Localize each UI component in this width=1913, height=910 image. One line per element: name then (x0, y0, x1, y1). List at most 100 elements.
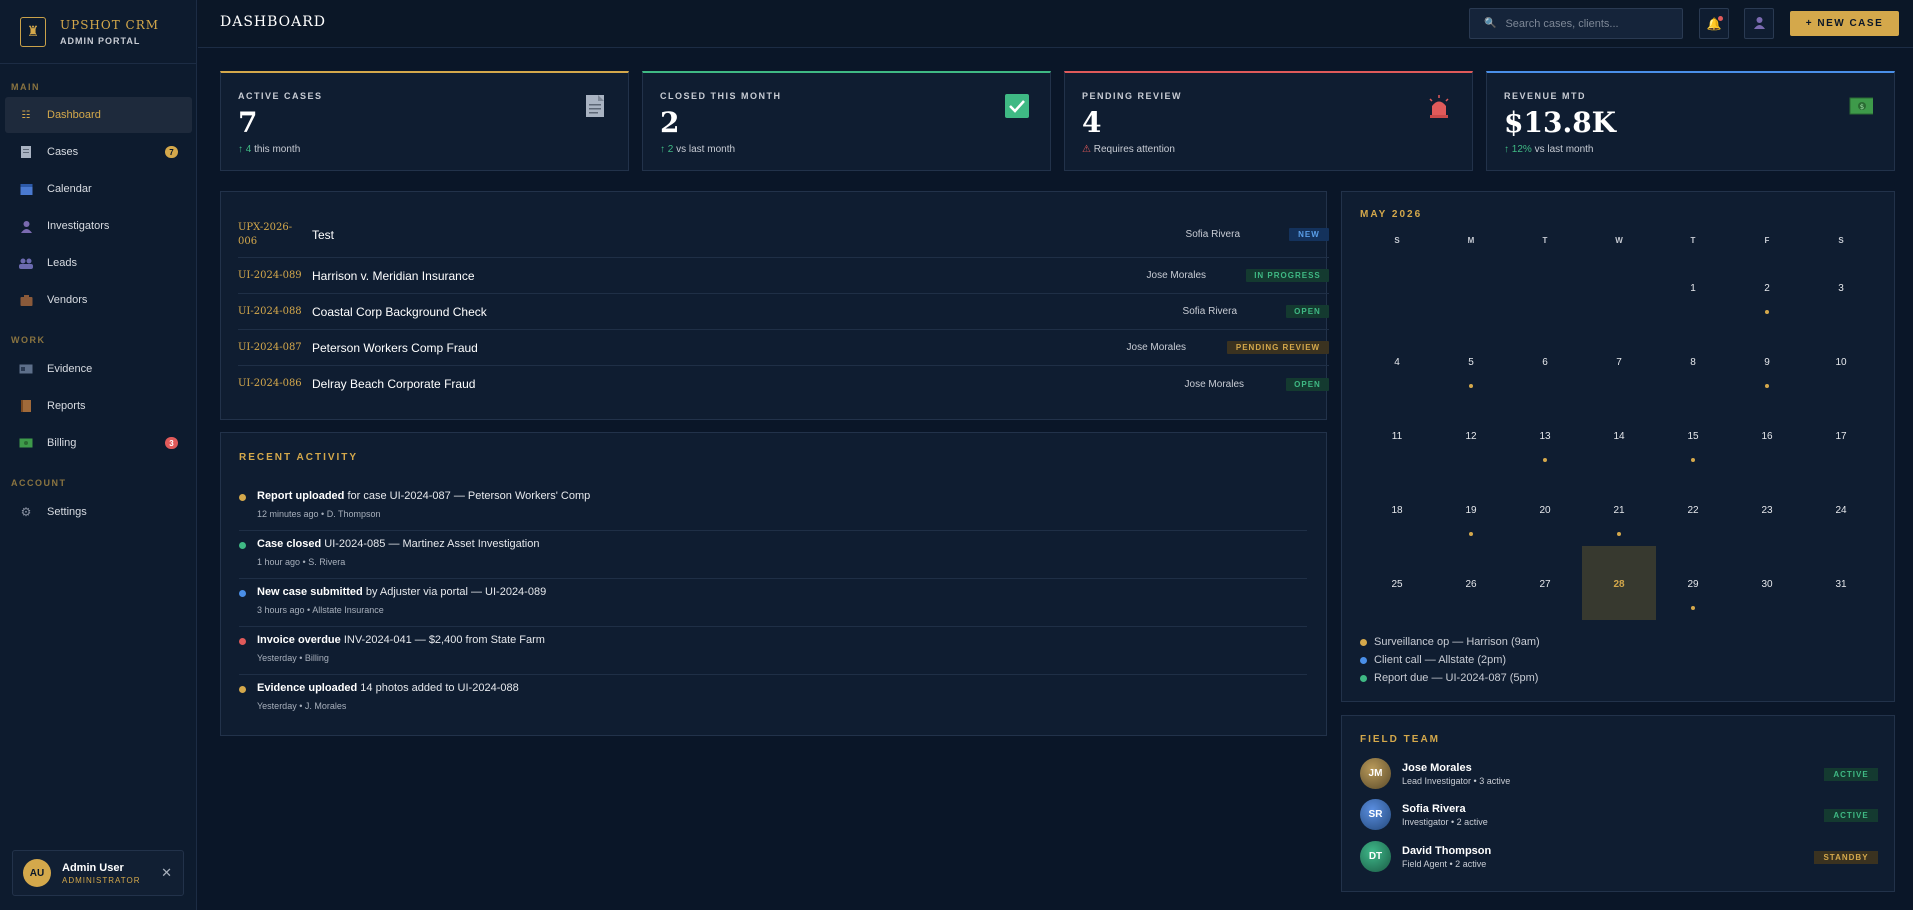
member-name: David Thompson (1402, 845, 1492, 857)
calendar-day-number: 7 (1616, 357, 1622, 368)
calendar-day[interactable]: 31 (1804, 546, 1878, 620)
calendar-day[interactable]: 25 (1360, 546, 1434, 620)
calendar-day[interactable]: 26 (1434, 546, 1508, 620)
people-icon (19, 256, 33, 270)
calendar-day[interactable]: 21 (1582, 472, 1656, 546)
list-item[interactable]: Report uploaded for case UI-2024-087 — P… (239, 483, 1307, 531)
calendar-day[interactable]: 18 (1360, 472, 1434, 546)
stat-label: PENDING REVIEW (1082, 91, 1183, 101)
search-box[interactable]: 🔍 (1469, 8, 1683, 39)
sidebar-item-leads[interactable]: Leads (5, 245, 192, 281)
profile-button[interactable] (1744, 8, 1774, 39)
calendar-day-number: 25 (1391, 579, 1403, 590)
calendar-day[interactable]: 3 (1804, 250, 1878, 324)
calendar-legend-item: Surveillance op — Harrison (9am) (1360, 636, 1540, 648)
sidebar-item-cases[interactable]: Cases 7 (5, 134, 192, 170)
table-row[interactable]: UI-2024-086 Delray Beach Corporate Fraud… (238, 366, 1329, 402)
list-item[interactable]: Invoice overdue INV-2024-041 — $2,400 fr… (239, 627, 1307, 675)
calendar-day-today[interactable]: 28 (1582, 546, 1656, 620)
event-dot (1691, 606, 1695, 610)
calendar-day-number: 10 (1835, 357, 1847, 368)
calendar-day[interactable]: 8 (1656, 324, 1730, 398)
list-item[interactable]: New case submitted by Adjuster via porta… (239, 579, 1307, 627)
status-badge: STANDBY (1814, 851, 1878, 864)
event-dot (1543, 458, 1547, 462)
calendar-day[interactable]: 12 (1434, 398, 1508, 472)
sidebar-item-reports[interactable]: Reports (5, 388, 192, 424)
calendar-day[interactable]: 22 (1656, 472, 1730, 546)
calendar-day[interactable]: 7 (1582, 324, 1656, 398)
calendar-day[interactable]: 24 (1804, 472, 1878, 546)
avatar: DT (1360, 841, 1391, 872)
sidebar-item-investigators[interactable]: Investigators (5, 208, 192, 244)
sidebar-item-label: Investigators (47, 220, 110, 232)
activity-dot (239, 494, 246, 501)
table-row[interactable]: UI-2024-087 Peterson Workers Comp Fraud … (238, 330, 1329, 366)
calendar-day-number: 1 (1690, 283, 1696, 294)
sidebar-item-label: Vendors (47, 294, 88, 306)
user-role: ADMINISTRATOR (62, 875, 141, 885)
brand[interactable]: ♜ UPSHOT CRM ADMIN PORTAL (0, 0, 196, 64)
event-dot (1765, 384, 1769, 388)
sidebar-item-settings[interactable]: ⚙ Settings (5, 494, 192, 530)
sidebar-item-label: Calendar (47, 183, 92, 195)
sidebar-item-label: Leads (47, 257, 77, 269)
member-role: Lead Investigator • 3 active (1402, 776, 1511, 786)
calendar-day[interactable]: 9 (1730, 324, 1804, 398)
notifications-button[interactable]: 🔔 (1699, 8, 1729, 39)
search-input[interactable] (1505, 17, 1676, 30)
calendar-day[interactable]: 20 (1508, 472, 1582, 546)
calendar-day[interactable]: 6 (1508, 324, 1582, 398)
activity-dot (239, 686, 246, 693)
calendar-month-title: MAY 2026 (1360, 209, 1423, 220)
calendar-day[interactable]: 15 (1656, 398, 1730, 472)
list-item[interactable]: Evidence uploaded 14 photos added to UI-… (239, 675, 1307, 723)
calendar-day[interactable]: 17 (1804, 398, 1878, 472)
new-case-button[interactable]: + NEW CASE (1790, 11, 1899, 36)
calendar-day[interactable]: 10 (1804, 324, 1878, 398)
calendar-day[interactable]: 27 (1508, 546, 1582, 620)
activity-meta: Yesterday • Billing (257, 653, 329, 663)
activity-text: New case submitted by Adjuster via porta… (257, 586, 547, 598)
member-name: Jose Morales (1402, 762, 1472, 774)
sidebar-item-dashboard[interactable]: ☷ Dashboard (5, 97, 192, 133)
calendar-day-number: 24 (1835, 505, 1847, 516)
member-role: Field Agent • 2 active (1402, 859, 1487, 869)
calendar-day[interactable]: 30 (1730, 546, 1804, 620)
team-member[interactable]: DT David Thompson Field Agent • 2 active… (1360, 839, 1878, 875)
activity-dot (239, 542, 246, 549)
sidebar-item-label: Dashboard (47, 109, 101, 121)
list-item[interactable]: Case closed UI-2024-085 — Martinez Asset… (239, 531, 1307, 579)
calendar-day[interactable]: 29 (1656, 546, 1730, 620)
sidebar-item-label: Settings (47, 506, 87, 518)
calendar-day[interactable]: 16 (1730, 398, 1804, 472)
calendar-legend-item: Report due — UI-2024-087 (5pm) (1360, 672, 1538, 684)
table-row[interactable]: UI-2024-088 Coastal Corp Background Chec… (238, 294, 1329, 330)
sidebar-item-vendors[interactable]: Vendors (5, 282, 192, 318)
calendar-weekday: M (1467, 236, 1475, 245)
sidebar-item-billing[interactable]: Billing 3 (5, 425, 192, 461)
calendar-day[interactable]: 4 (1360, 324, 1434, 398)
calendar-day[interactable]: 23 (1730, 472, 1804, 546)
calendar-day[interactable]: 14 (1582, 398, 1656, 472)
sidebar-item-evidence[interactable]: Evidence (5, 351, 192, 387)
user-card: AU Admin User ADMINISTRATOR ✕ (12, 850, 184, 896)
ledger-icon (19, 399, 33, 413)
calendar-day[interactable]: 19 (1434, 472, 1508, 546)
event-dot (1617, 532, 1621, 536)
event-dot (1469, 532, 1473, 536)
table-row[interactable]: UI-2024-089 Harrison v. Meridian Insuran… (238, 258, 1329, 294)
calendar-day[interactable]: 2 (1730, 250, 1804, 324)
case-title: Delray Beach Corporate Fraud (312, 377, 476, 391)
logout-close-icon[interactable]: ✕ (161, 865, 172, 881)
team-member[interactable]: SR Sofia Rivera Investigator • 2 active … (1360, 797, 1878, 833)
calendar-day[interactable]: 11 (1360, 398, 1434, 472)
table-row[interactable]: UPX-2026-006 Test Sofia Rivera NEW (238, 212, 1329, 258)
calendar-day[interactable]: 5 (1434, 324, 1508, 398)
calendar-day-number: 8 (1690, 357, 1696, 368)
billing-count-badge: 3 (165, 437, 178, 449)
calendar-day[interactable]: 1 (1656, 250, 1730, 324)
sidebar-item-calendar[interactable]: Calendar (5, 171, 192, 207)
calendar-day[interactable]: 13 (1508, 398, 1582, 472)
team-member[interactable]: JM Jose Morales Lead Investigator • 3 ac… (1360, 756, 1878, 792)
